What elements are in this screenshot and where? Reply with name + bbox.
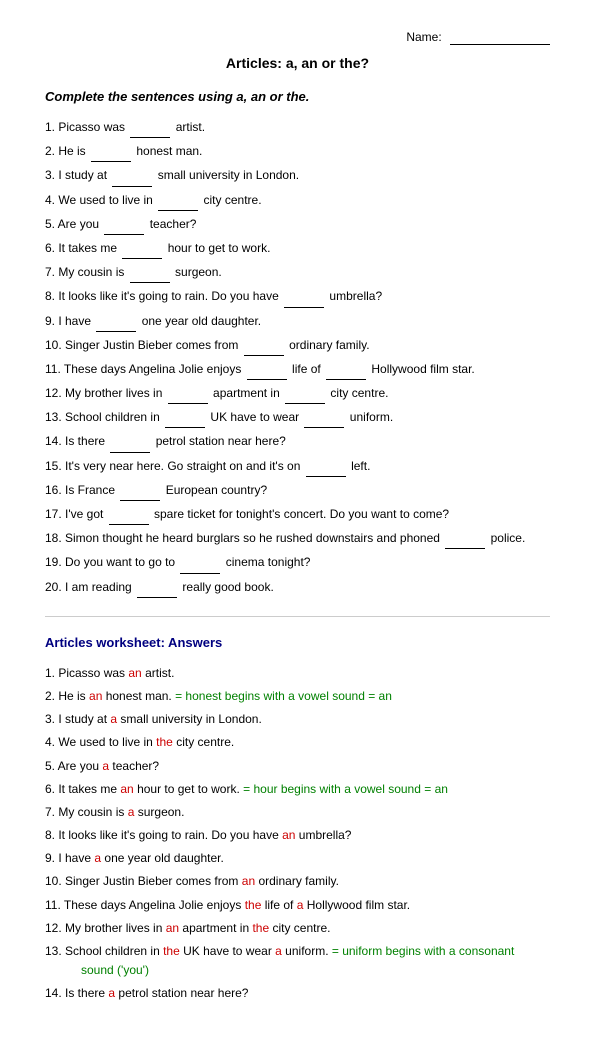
section-divider [45,616,550,617]
list-item: 12. My brother lives in apartment in cit… [45,384,550,404]
list-item: 15. It's very near here. Go straight on … [45,457,550,477]
answer-item: 1. Picasso was an artist. [45,664,550,683]
exercise-section: Complete the sentences using a, an or th… [45,89,550,598]
list-item: 18. Simon thought he heard burglars so h… [45,529,550,549]
list-item: 3. I study at small university in London… [45,166,550,186]
list-item: 5. Are you teacher? [45,215,550,235]
answer-item: 4. We used to live in the city centre. [45,733,550,752]
list-item: 13. School children in UK have to wear u… [45,408,550,428]
list-item: 19. Do you want to go to cinema tonight? [45,553,550,573]
answer-item: 5. Are you a teacher? [45,757,550,776]
answer-item: 11. These days Angelina Jolie enjoys the… [45,896,550,915]
answer-item: 2. He is an honest man. = honest begins … [45,687,550,706]
list-item: 16. Is France European country? [45,481,550,501]
list-item: 10. Singer Justin Bieber comes from ordi… [45,336,550,356]
list-item: 9. I have one year old daughter. [45,312,550,332]
list-item: 6. It takes me hour to get to work. [45,239,550,259]
answer-item: 13. School children in the UK have to we… [45,942,550,980]
answer-item: 12. My brother lives in an apartment in … [45,919,550,938]
answer-item: 7. My cousin is a surgeon. [45,803,550,822]
list-item: 20. I am reading really good book. [45,578,550,598]
answer-item: 6. It takes me an hour to get to work. =… [45,780,550,799]
name-label: Name: [406,30,441,44]
exercise-heading: Complete the sentences using a, an or th… [45,89,550,104]
answers-list: 1. Picasso was an artist. 2. He is an ho… [45,664,550,1004]
answer-item: 8. It looks like it's going to rain. Do … [45,826,550,845]
answer-item: 9. I have a one year old daughter. [45,849,550,868]
answer-item: 3. I study at a small university in Lond… [45,710,550,729]
list-item: 17. I've got spare ticket for tonight's … [45,505,550,525]
list-item: 7. My cousin is surgeon. [45,263,550,283]
answer-item: 14. Is there a petrol station near here? [45,984,550,1003]
name-line: Name: [45,30,550,45]
answer-item: 10. Singer Justin Bieber comes from an o… [45,872,550,891]
name-underline [450,30,550,45]
list-item: 1. Picasso was artist. [45,118,550,138]
sentences-list: 1. Picasso was artist. 2. He is honest m… [45,118,550,598]
list-item: 8. It looks like it's going to rain. Do … [45,287,550,307]
list-item: 2. He is honest man. [45,142,550,162]
list-item: 11. These days Angelina Jolie enjoys lif… [45,360,550,380]
page-title: Articles: a, an or the? [45,55,550,71]
list-item: 14. Is there petrol station near here? [45,432,550,452]
answers-heading: Articles worksheet: Answers [45,635,550,650]
answers-section: Articles worksheet: Answers 1. Picasso w… [45,635,550,1004]
list-item: 4. We used to live in city centre. [45,191,550,211]
